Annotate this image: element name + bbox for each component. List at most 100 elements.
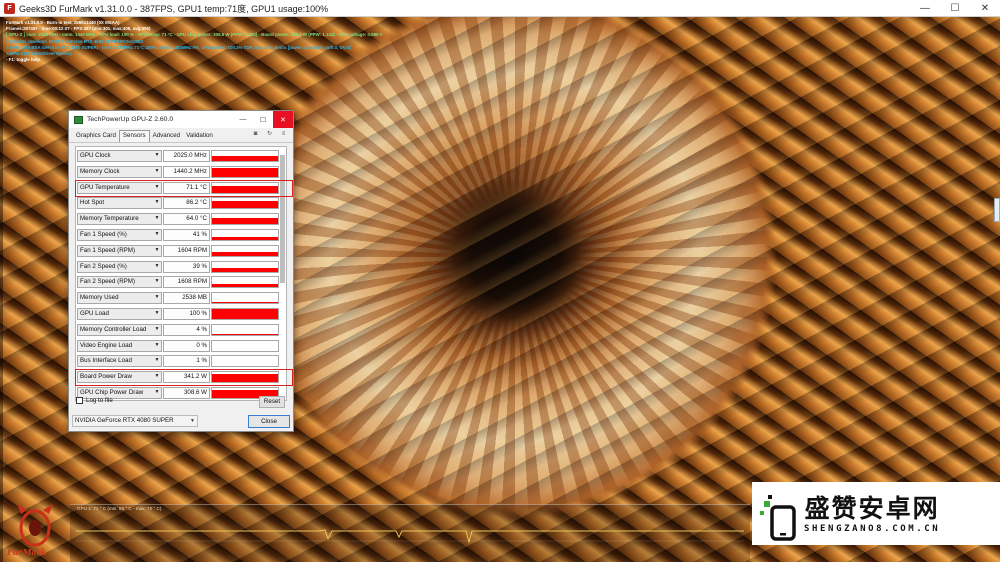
- sensor-name[interactable]: Hot Spot: [77, 197, 162, 210]
- sensor-value: 1608 RPM: [163, 276, 210, 289]
- gpuz-minimize-button[interactable]: —: [233, 111, 253, 128]
- sensor-row: Memory Used ▼ 2538 MB: [77, 291, 279, 305]
- chevron-down-icon[interactable]: ▼: [152, 197, 162, 209]
- camera-icon[interactable]: ◙: [252, 131, 259, 138]
- side-panel-handle[interactable]: [994, 198, 1000, 222]
- sensor-graph: [211, 197, 279, 210]
- chevron-down-icon[interactable]: ▼: [152, 340, 162, 352]
- sensor-name[interactable]: Fan 2 Speed (%): [77, 260, 162, 273]
- gpuz-toolbar: ◙ ↻ ≡: [252, 131, 287, 138]
- tab-sensors[interactable]: Sensors: [118, 130, 150, 142]
- gpuz-tabs: Graphics Card Sensors Advanced Validatio…: [69, 128, 293, 143]
- sensor-value: 1 %: [163, 355, 210, 368]
- sensor-graph: [211, 323, 279, 336]
- close-button[interactable]: ✕: [970, 0, 1000, 17]
- fur-donut-render: [255, 17, 775, 517]
- tab-validation[interactable]: Validation: [183, 131, 216, 142]
- gpuz-footer: NVIDIA GeForce RTX 4080 SUPER ▼ Close: [69, 411, 293, 431]
- sensor-name[interactable]: Fan 1 Speed (%): [77, 229, 162, 241]
- tab-advanced[interactable]: Advanced: [150, 131, 184, 142]
- sensor-value: 1604 RPM: [163, 244, 210, 257]
- sensor-row: Fan 1 Speed (%) ▼ 41 %: [77, 228, 279, 242]
- sensor-graph-fill: [212, 268, 278, 272]
- chevron-down-icon: ▼: [190, 418, 195, 424]
- gpuz-titlebar: TechPowerUp GPU-Z 2.60.0 — ☐ ✕: [69, 111, 293, 128]
- sensor-name[interactable]: Fan 2 Speed (RPM): [77, 276, 162, 289]
- monitor-label: GPU 1: 71 ° C (min: 55 ° C - max: 72 ° C…: [77, 506, 162, 511]
- sensor-value: 0 %: [163, 339, 210, 352]
- sensor-graph: [211, 339, 279, 352]
- reset-button[interactable]: Reset: [259, 396, 285, 408]
- watermark-text: 盛赞安卓网 SHENGZANO8.COM.CN: [804, 494, 940, 534]
- sensor-row: Fan 1 Speed (RPM) ▼ 1604 RPM: [77, 244, 279, 258]
- sensor-graph-fill: [212, 309, 278, 319]
- sensor-graph-fill: [212, 283, 278, 288]
- sensor-graph: [211, 260, 279, 273]
- window-edge: [0, 17, 3, 562]
- refresh-icon[interactable]: ↻: [266, 131, 273, 138]
- sensor-value: 39 %: [163, 260, 210, 273]
- gpuz-close-button[interactable]: ✕: [273, 111, 293, 128]
- menu-icon[interactable]: ≡: [280, 131, 287, 138]
- sensor-graph: [211, 292, 279, 305]
- log-to-file-option[interactable]: Log to file: [76, 397, 113, 404]
- sensor-value: 4 %: [163, 323, 210, 336]
- tab-graphics-card[interactable]: Graphics Card: [73, 131, 119, 142]
- sensor-name[interactable]: Memory Controller Load: [77, 323, 162, 336]
- sensor-value: 1440.2 MHz: [163, 165, 210, 178]
- log-to-file-checkbox[interactable]: [76, 397, 83, 404]
- sensor-name[interactable]: Memory Clock: [77, 165, 162, 178]
- sensor-graph-fill: [212, 217, 278, 225]
- sensor-name[interactable]: GPU Load: [77, 308, 162, 320]
- sensor-graph-fill: [212, 252, 278, 256]
- chevron-down-icon[interactable]: ▼: [152, 387, 162, 399]
- chevron-down-icon[interactable]: ▼: [152, 276, 162, 288]
- minimize-button[interactable]: —: [910, 0, 940, 17]
- furmark-logo-text: FurMark: [7, 547, 47, 557]
- sensor-name[interactable]: Fan 1 Speed (RPM): [77, 244, 162, 257]
- gpuz-window: TechPowerUp GPU-Z 2.60.0 — ☐ ✕ Graphics …: [68, 110, 294, 432]
- chevron-down-icon[interactable]: ▼: [152, 245, 162, 257]
- phone-logo-icon: [760, 494, 796, 541]
- log-to-file-label: Log to file: [86, 397, 113, 404]
- sensor-list: GPU Clock ▼ 2025.0 MHz Memory Clock ▼ 1440.2 …: [75, 146, 293, 401]
- sensor-graph: [211, 308, 279, 320]
- gpuz-maximize-button[interactable]: ☐: [253, 111, 273, 128]
- gpu-select-dropdown[interactable]: NVIDIA GeForce RTX 4080 SUPER ▼: [72, 415, 198, 427]
- chevron-down-icon[interactable]: ▼: [152, 355, 162, 367]
- chevron-down-icon[interactable]: ▼: [152, 261, 162, 273]
- maximize-button[interactable]: ☐: [940, 0, 970, 17]
- sensor-graph-fill: [212, 334, 278, 335]
- sensor-name[interactable]: Memory Used: [77, 292, 162, 305]
- chevron-down-icon[interactable]: ▼: [152, 324, 162, 336]
- scrollbar-thumb[interactable]: [280, 155, 285, 283]
- sensor-graph: [211, 165, 279, 178]
- furmark-window-controls: — ☐ ✕: [910, 0, 1000, 17]
- sensor-value: 86.2 °C: [163, 197, 210, 210]
- chevron-down-icon[interactable]: ▼: [152, 292, 162, 304]
- close-dialog-button[interactable]: Close: [248, 415, 290, 428]
- chevron-down-icon[interactable]: ▼: [152, 150, 162, 162]
- sensor-graph: [211, 229, 279, 241]
- gpu-temperature-monitor: GPU 1: 71 ° C (min: 55 ° C - max: 72 ° C…: [70, 504, 750, 562]
- chevron-down-icon[interactable]: ▼: [152, 308, 162, 320]
- gpuz-window-title: TechPowerUp GPU-Z 2.60.0: [87, 116, 174, 123]
- sensor-row: Bus Interface Load ▼ 1 %: [77, 354, 279, 368]
- sensor-name[interactable]: GPU Clock: [77, 150, 162, 162]
- osd-line: [ GPU-Z ] core: 2025 MHz - mem: 1440 MHz…: [6, 32, 383, 38]
- sensor-name[interactable]: Bus Interface Load: [77, 355, 162, 368]
- sensor-graph: [211, 213, 279, 226]
- chevron-down-icon[interactable]: ▼: [152, 213, 162, 225]
- gpu-select-value: NVIDIA GeForce RTX 4080 SUPER: [75, 417, 174, 424]
- sensor-graph: [211, 150, 279, 162]
- furmark-window-title: Geeks3D FurMark v1.31.0.0 - 387FPS, GPU1…: [19, 3, 329, 14]
- sensor-name[interactable]: Memory Temperature: [77, 213, 162, 226]
- sensor-row: Memory Clock ▼ 1440.2 MHz: [77, 165, 279, 179]
- furmark-titlebar: F Geeks3D FurMark v1.31.0.0 - 387FPS, GP…: [0, 0, 1000, 17]
- furmark-app-icon: F: [4, 2, 15, 14]
- chevron-down-icon[interactable]: ▼: [152, 166, 162, 178]
- sensor-value: 308.6 W: [163, 387, 210, 399]
- sensor-name[interactable]: Video Engine Load: [77, 339, 162, 352]
- sensor-row: GPU Clock ▼ 2025.0 MHz: [77, 149, 279, 163]
- chevron-down-icon[interactable]: ▼: [152, 229, 162, 241]
